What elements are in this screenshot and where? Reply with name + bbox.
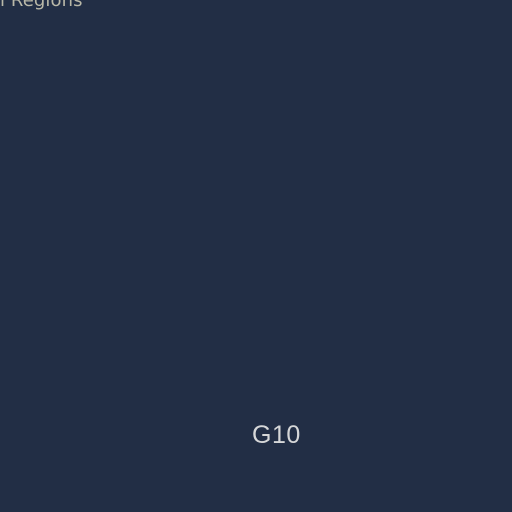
region-label: G10 [252,421,301,449]
section-title: l Regions [0,0,83,11]
app-viewport: l Regions G10 [0,0,512,512]
